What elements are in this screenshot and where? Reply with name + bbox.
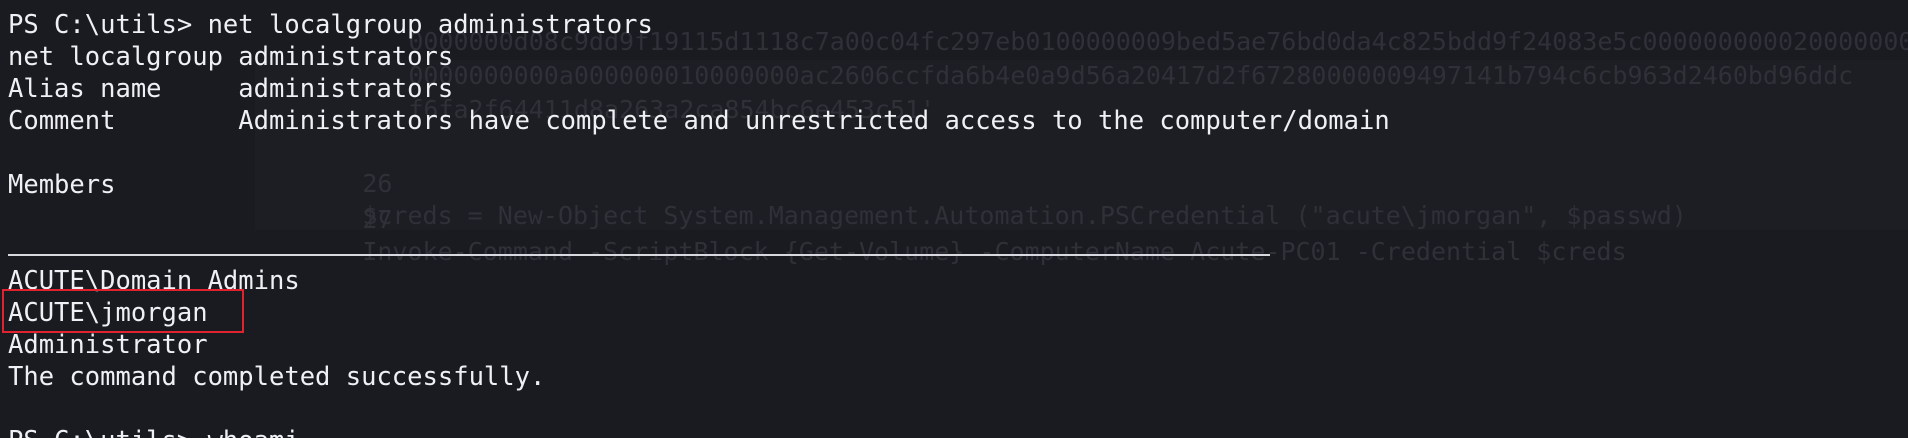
terminal-output[interactable]: PS C:\utils> net localgroup administrato… (8, 9, 1903, 438)
command-echo-line: net localgroup administrators (8, 42, 454, 72)
separator-line (8, 233, 1903, 265)
separator-rule (8, 254, 1270, 256)
prompt-command-line: PS C:\utils> net localgroup administrato… (8, 10, 653, 40)
member-domain-admins: ACUTE\Domain Admins (8, 266, 300, 296)
member-administrator: Administrator (8, 330, 208, 360)
alias-name-line: Alias name administrators (8, 74, 454, 104)
members-heading: Members (8, 170, 116, 200)
prompt-whoami-line: PS C:\utils> whoami (8, 425, 1903, 438)
success-message: The command completed successfully. (8, 362, 546, 392)
comment-line: Comment Administrators have complete and… (8, 106, 1390, 136)
terminal-window[interactable]: 0000000d08c9dd9f19115d1118c7a00c04fc297e… (0, 0, 1908, 438)
member-jmorgan: ACUTE\jmorgan (8, 298, 208, 328)
